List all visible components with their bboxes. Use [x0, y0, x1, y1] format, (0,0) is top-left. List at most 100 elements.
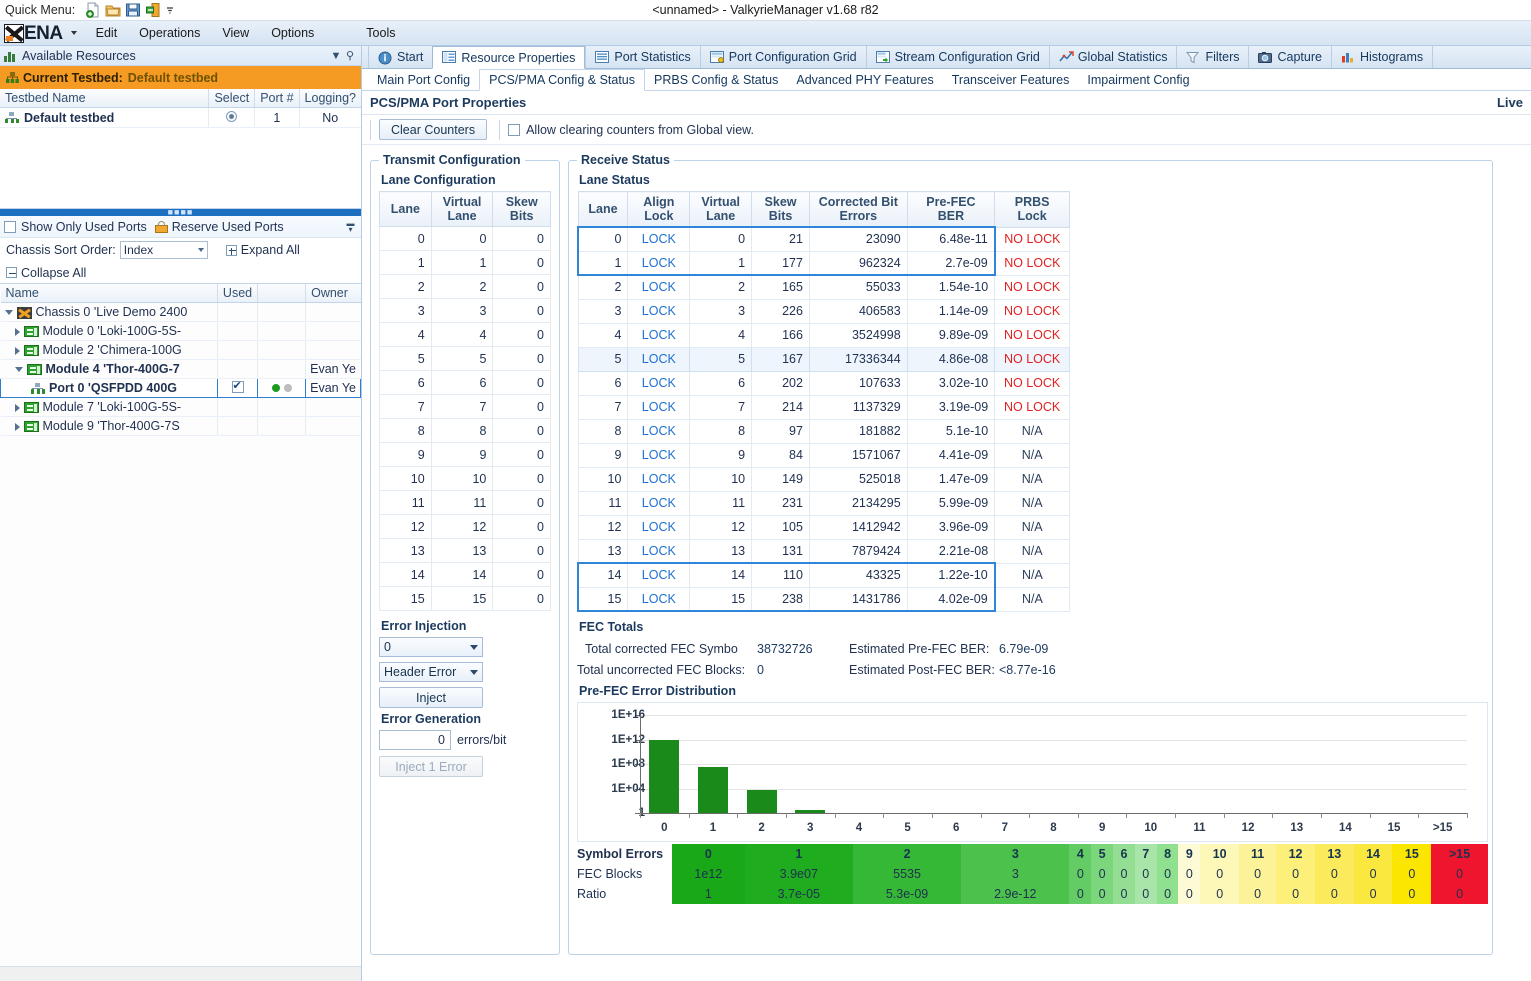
tab-filters[interactable]: Filters: [1176, 46, 1248, 68]
menu-view[interactable]: View: [211, 23, 260, 43]
rx-cell-lane[interactable]: 11: [577, 490, 629, 516]
rx-cell-virtual-lane[interactable]: 0: [689, 226, 753, 252]
rx-col-align-lock[interactable]: Align Lock: [627, 191, 691, 228]
tab-port-statistics[interactable]: Port Statistics: [585, 46, 699, 68]
table-row[interactable]: 12 12 0: [379, 514, 551, 539]
table-row[interactable]: 110: [379, 250, 551, 275]
rx-cell-align-lock[interactable]: LOCK: [627, 322, 691, 348]
tx-cell-skew-bits[interactable]: 0: [492, 562, 551, 587]
chevron-down-icon[interactable]: ▼: [329, 50, 343, 62]
rx-cell-virtual-lane[interactable]: 4: [689, 322, 753, 348]
show-only-used-ports-checkbox[interactable]: [4, 220, 16, 233]
rx-cell-corrected-bit-errors[interactable]: 1412942: [808, 514, 908, 540]
rx-cell-align-lock[interactable]: LOCK: [627, 226, 691, 252]
menu-edit[interactable]: Edit: [85, 23, 129, 43]
table-row[interactable]: Default testbed 1 No: [0, 107, 361, 128]
table-row[interactable]: 990: [379, 442, 551, 467]
rx-cell-virtual-lane[interactable]: 8: [689, 418, 753, 444]
table-row[interactable]: 10 LOCK 10 149 525018 1.47e-09 N/A: [577, 466, 1070, 492]
tx-cell-lane[interactable]: 0: [379, 226, 432, 251]
injection-lane-select[interactable]: 0: [379, 637, 483, 657]
rx-cell-prbs-lock[interactable]: N/A: [994, 490, 1070, 516]
subtab-prbs-config-status[interactable]: PRBS Config & Status: [645, 69, 787, 90]
rx-cell-corrected-bit-errors[interactable]: 3524998: [808, 322, 908, 348]
table-row[interactable]: 5 LOCK 5 167 17336344 4.86e-08 NO LOCK: [577, 346, 1070, 372]
tree-row[interactable]: Module 2 'Chimera-100G: [0, 340, 361, 360]
tx-cell-lane[interactable]: 5: [379, 346, 432, 371]
subtab-impairment-config[interactable]: Impairment Config: [1078, 69, 1198, 90]
rx-cell-align-lock[interactable]: LOCK: [627, 370, 691, 396]
rx-cell-pre-fec-ber[interactable]: 1.22e-10: [906, 562, 996, 588]
table-row[interactable]: 8 LOCK 8 97 181882 5.1e-10 N/A: [577, 418, 1070, 444]
tree-row[interactable]: Module 0 'Loki-100G-5S-: [0, 321, 361, 341]
rx-cell-skew-bits[interactable]: 214: [751, 394, 810, 420]
subtab-pcs-pma-config-status[interactable]: PCS/PMA Config & Status: [479, 69, 646, 91]
tx-cell-lane[interactable]: 10: [379, 466, 432, 491]
rx-cell-virtual-lane[interactable]: 9: [689, 442, 753, 468]
more-overflow-icon[interactable]: [165, 2, 175, 18]
rx-cell-skew-bits[interactable]: 226: [751, 298, 810, 324]
rx-cell-pre-fec-ber[interactable]: 2.7e-09: [906, 250, 996, 276]
table-row[interactable]: 220: [379, 274, 551, 299]
rx-cell-prbs-lock[interactable]: NO LOCK: [994, 274, 1070, 300]
rx-cell-corrected-bit-errors[interactable]: 1571067: [808, 442, 908, 468]
tx-cell-skew-bits[interactable]: 0: [492, 418, 551, 443]
expand-arrow-icon[interactable]: [14, 403, 20, 412]
rx-cell-lane[interactable]: 7: [577, 394, 629, 420]
rx-cell-prbs-lock[interactable]: NO LOCK: [994, 322, 1070, 348]
expand-all-button[interactable]: Expand All: [225, 243, 300, 257]
tx-cell-lane[interactable]: 13: [379, 538, 432, 563]
rx-cell-corrected-bit-errors[interactable]: 7879424: [808, 538, 908, 564]
rx-cell-corrected-bit-errors[interactable]: 962324: [808, 250, 908, 276]
menu-options[interactable]: Options: [260, 23, 325, 43]
rx-cell-prbs-lock[interactable]: NO LOCK: [994, 394, 1070, 420]
error-rate-input[interactable]: [379, 730, 451, 750]
tree-row-used[interactable]: [216, 378, 259, 398]
col-logging[interactable]: Logging?: [299, 89, 361, 108]
collapse-all-button[interactable]: Collapse All: [6, 266, 86, 280]
rx-col-prbs-lock[interactable]: PRBS Lock: [994, 191, 1070, 228]
save-disk-icon[interactable]: [125, 2, 141, 18]
tx-cell-lane[interactable]: 14: [379, 562, 432, 587]
tx-cell-skew-bits[interactable]: 0: [492, 250, 551, 275]
table-row[interactable]: 660: [379, 370, 551, 395]
tx-cell-lane[interactable]: 11: [379, 490, 432, 515]
tx-cell-virtual-lane[interactable]: 14: [430, 562, 494, 587]
rx-cell-virtual-lane[interactable]: 7: [689, 394, 753, 420]
tx-cell-lane[interactable]: 6: [379, 370, 432, 395]
brand-dropdown-icon[interactable]: [70, 31, 77, 35]
rx-cell-virtual-lane[interactable]: 11: [689, 490, 753, 516]
table-row[interactable]: 440: [379, 322, 551, 347]
rx-cell-lane[interactable]: 13: [577, 538, 629, 564]
rx-cell-align-lock[interactable]: LOCK: [627, 394, 691, 420]
rx-cell-lane[interactable]: 0: [577, 226, 629, 252]
table-row[interactable]: 3 LOCK 3 226 406583 1.14e-09 NO LOCK: [577, 298, 1070, 324]
col-testbed-name[interactable]: Testbed Name: [0, 89, 210, 108]
menu-tools[interactable]: Tools: [355, 23, 406, 43]
rx-cell-lane[interactable]: 14: [577, 562, 629, 588]
table-row[interactable]: 15 15 0: [379, 586, 551, 611]
rx-cell-pre-fec-ber[interactable]: 3.02e-10: [906, 370, 996, 396]
rx-cell-skew-bits[interactable]: 167: [751, 346, 810, 372]
table-row[interactable]: 10 10 0: [379, 466, 551, 491]
rx-cell-lane[interactable]: 15: [577, 586, 629, 612]
table-row[interactable]: 11 11 0: [379, 490, 551, 515]
rx-cell-align-lock[interactable]: LOCK: [627, 346, 691, 372]
rx-cell-skew-bits[interactable]: 84: [751, 442, 810, 468]
rx-cell-pre-fec-ber[interactable]: 2.21e-08: [906, 538, 996, 564]
tx-cell-skew-bits[interactable]: 0: [492, 586, 551, 611]
rx-col-corrected-bit-errors[interactable]: Corrected Bit Errors: [808, 191, 908, 228]
tx-cell-virtual-lane[interactable]: 0: [430, 226, 494, 251]
rx-cell-virtual-lane[interactable]: 10: [689, 466, 753, 492]
rx-cell-prbs-lock[interactable]: N/A: [994, 466, 1070, 492]
rx-cell-prbs-lock[interactable]: NO LOCK: [994, 298, 1070, 324]
table-row[interactable]: 11 LOCK 11 231 2134295 5.99e-09 N/A: [577, 490, 1070, 516]
tab-global-statistics[interactable]: Global Statistics: [1048, 46, 1177, 68]
rx-cell-virtual-lane[interactable]: 3: [689, 298, 753, 324]
tree-row[interactable]: Chassis 0 'Live Demo 2400: [0, 302, 361, 322]
rx-cell-pre-fec-ber[interactable]: 4.41e-09: [906, 442, 996, 468]
tx-cell-skew-bits[interactable]: 0: [492, 298, 551, 323]
rx-cell-corrected-bit-errors[interactable]: 406583: [808, 298, 908, 324]
rx-cell-prbs-lock[interactable]: NO LOCK: [994, 346, 1070, 372]
rx-cell-virtual-lane[interactable]: 15: [689, 586, 753, 612]
